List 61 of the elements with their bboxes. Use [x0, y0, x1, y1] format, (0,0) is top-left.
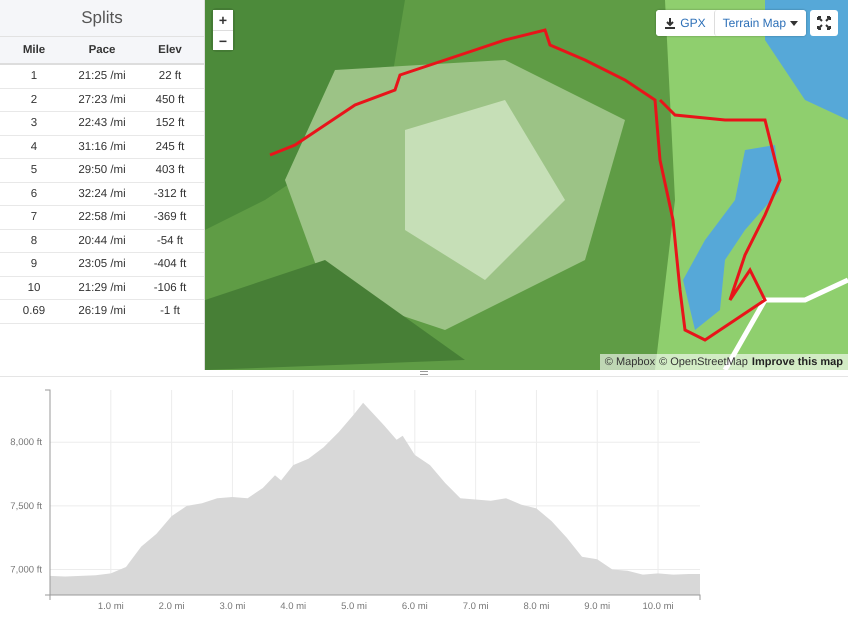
gpx-button[interactable]: GPX — [656, 10, 714, 36]
table-cell: 23:05 /mi — [68, 252, 136, 276]
table-cell: -106 ft — [136, 276, 204, 300]
table-cell: 1 — [0, 64, 68, 88]
table-cell: 31:16 /mi — [68, 135, 136, 158]
table-cell: 26:19 /mi — [68, 300, 136, 323]
x-tick-label: 4.0 mi — [280, 601, 306, 612]
x-tick-label: 1.0 mi — [98, 601, 124, 612]
x-tick-label: 9.0 mi — [584, 601, 610, 612]
table-cell: 152 ft — [136, 112, 204, 135]
table-cell: 245 ft — [136, 135, 204, 158]
table-cell: 20:44 /mi — [68, 229, 136, 252]
x-tick-label: 7.0 mi — [462, 601, 489, 612]
fullscreen-icon — [817, 16, 831, 30]
table-cell: 27:23 /mi — [68, 88, 136, 112]
table-cell: 2 — [0, 88, 68, 112]
attribution-link[interactable]: © Mapbox — [604, 356, 656, 368]
table-cell: 10 — [0, 276, 68, 300]
splits-title: Splits — [0, 0, 204, 37]
table-cell: -369 ft — [136, 206, 204, 229]
x-tick-label: 3.0 mi — [219, 601, 246, 612]
table-cell: -54 ft — [136, 229, 204, 252]
caret-icon — [790, 20, 798, 26]
table-cell: 4 — [0, 135, 68, 158]
table-cell: 22:58 /mi — [68, 206, 136, 229]
x-tick-label: 6.0 mi — [402, 601, 428, 612]
table-cell: 450 ft — [136, 88, 204, 112]
map-type-dropdown[interactable]: Terrain Map — [714, 10, 806, 36]
table-cell: -1 ft — [136, 300, 204, 323]
column-header: Elev — [136, 37, 204, 64]
column-header: Pace — [68, 37, 136, 64]
improve-map-link[interactable]: Improve this map — [752, 356, 843, 368]
table-cell: 8 — [0, 229, 68, 252]
table-cell: 32:24 /mi — [68, 182, 136, 206]
table-cell: 22:43 /mi — [68, 112, 136, 135]
table-cell: 29:50 /mi — [68, 158, 136, 182]
x-tick-label: 2.0 mi — [158, 601, 185, 612]
x-tick-label: 8.0 mi — [524, 601, 550, 612]
y-tick-label: 7,500 ft — [10, 500, 42, 512]
table-cell: -312 ft — [136, 182, 204, 206]
table-cell: 6 — [0, 182, 68, 206]
zoom-out-button[interactable]: − — [213, 30, 233, 50]
table-cell: 21:25 /mi — [68, 64, 136, 88]
table-cell: 22 ft — [136, 64, 204, 88]
column-header: Mile — [0, 37, 68, 64]
table-cell: 9 — [0, 252, 68, 276]
resize-handle[interactable] — [420, 371, 428, 375]
table-cell: 21:29 /mi — [68, 276, 136, 300]
y-tick-label: 8,000 ft — [10, 437, 42, 448]
fullscreen-button[interactable] — [810, 10, 838, 36]
table-cell: 7 — [0, 206, 68, 229]
table-cell: 5 — [0, 158, 68, 182]
download-icon — [664, 17, 676, 29]
table-cell: 403 ft — [136, 158, 204, 182]
x-tick-label: 5.0 mi — [341, 601, 367, 612]
table-cell: 0.69 — [0, 300, 68, 323]
y-tick-label: 7,000 ft — [10, 564, 42, 576]
x-tick-label: 10.0 mi — [642, 601, 674, 612]
table-cell: -404 ft — [136, 252, 204, 276]
attribution-link[interactable]: © OpenStreetMap — [659, 356, 748, 368]
table-cell: 3 — [0, 112, 68, 135]
